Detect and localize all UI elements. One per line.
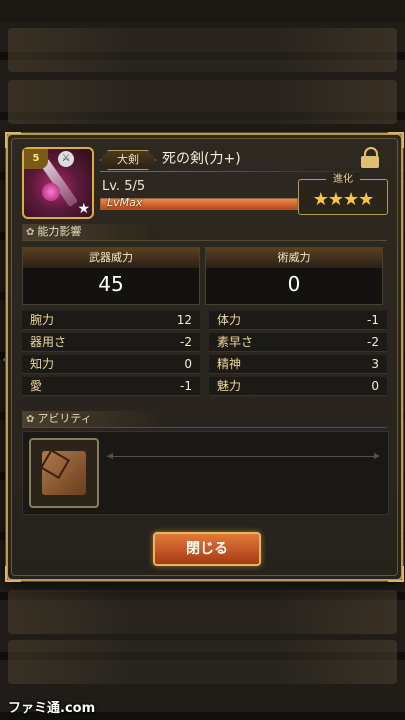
divider	[22, 427, 387, 428]
watermark: ファミ通.com	[8, 701, 96, 716]
weapon-detail-modal: 5 ⚔ ★ 大剣 死の剣(力+) Lv. 5/5 LvMax 進化 ★★★★ ✿…	[5, 132, 404, 582]
evolve-panel: 進化 ★★★★	[298, 173, 388, 215]
section-header-ability: ✿ アビリティ	[22, 411, 162, 427]
stat-row: 精神 3	[209, 355, 387, 374]
weapon-power-box: 武器威力 45	[22, 247, 200, 305]
sword-type-icon: ⚔	[58, 151, 74, 167]
gear-icon: ✿	[26, 414, 35, 425]
lock-icon[interactable]	[361, 147, 379, 168]
stat-row: 腕力 12	[22, 311, 200, 330]
magic-power-box: 術威力 0	[205, 247, 383, 305]
double-arrow-icon	[107, 453, 380, 459]
list-item	[8, 28, 397, 72]
stat-row: 魅力 0	[209, 377, 387, 396]
star-icon: ★	[77, 201, 90, 217]
list-item	[8, 80, 397, 124]
weapon-power-label: 武器威力	[23, 248, 199, 268]
stat-row: 素早さ -2	[209, 333, 387, 352]
weapon-power-value: 45	[98, 272, 124, 296]
ability-area	[22, 431, 389, 515]
weapon-level: Lv. 5/5	[102, 179, 146, 194]
weapon-name: 死の剣(力+)	[162, 151, 241, 167]
stat-row: 愛 -1	[22, 377, 200, 396]
section-header-ability-impact: ✿ 能力影響	[22, 224, 162, 240]
gear-icon: ✿	[26, 227, 35, 238]
magic-power-label: 術威力	[206, 248, 382, 268]
rarity-badge: 5	[24, 149, 48, 169]
top-bar	[0, 0, 405, 22]
close-button[interactable]: 閉じる	[153, 532, 261, 566]
evolve-label: 進化	[326, 173, 360, 187]
list-item	[8, 590, 397, 634]
ability-slot-icon[interactable]	[29, 438, 99, 508]
list-item	[8, 640, 397, 684]
stat-row: 知力 0	[22, 355, 200, 374]
weapon-type-badge: 大剣	[100, 150, 156, 170]
magic-power-value: 0	[287, 272, 301, 296]
stat-row: 器用さ -2	[22, 333, 200, 352]
weapon-icon: 5 ⚔ ★	[22, 147, 94, 219]
divider	[22, 240, 387, 241]
level-bar: LvMax	[100, 196, 298, 210]
level-bar-text: LvMax	[107, 196, 143, 209]
stat-row: 体力 -1	[209, 311, 387, 330]
divider	[100, 171, 379, 172]
evolve-stars: ★★★★	[312, 189, 375, 210]
